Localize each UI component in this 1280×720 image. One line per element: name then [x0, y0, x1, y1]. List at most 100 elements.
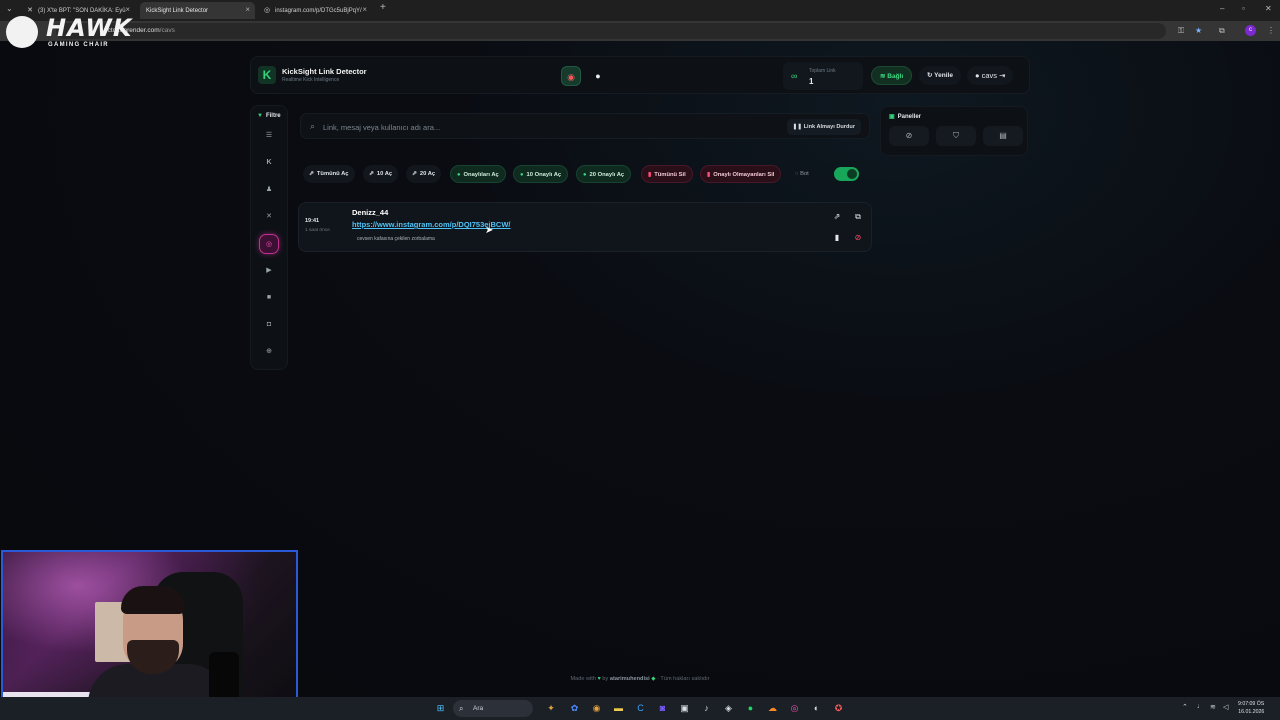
cloud-icon[interactable]: ☁ — [766, 702, 779, 715]
apple-icon[interactable]: ● — [588, 66, 608, 86]
link-relative-time: 1 saat önce — [305, 228, 330, 233]
user-logout-button[interactable]: ● cavs ⇥ — [967, 66, 1014, 85]
x-logo-icon: ✕ — [266, 213, 272, 220]
moderation-panel-button[interactable]: ⛉ — [936, 126, 976, 146]
connection-status-button[interactable]: ≋ Bağlı — [871, 66, 913, 85]
banned-panel-button[interactable]: ⊘ — [889, 126, 929, 146]
password-icon[interactable]: ⚿ — [1178, 26, 1184, 36]
filter-instagram-button[interactable]: ◎ — [259, 234, 279, 254]
snipping-icon[interactable]: ▣ — [678, 702, 691, 715]
bookmark-star-icon[interactable]: ★ — [1195, 26, 1202, 35]
bot-toggle[interactable] — [834, 167, 859, 181]
browser-tab-instagram[interactable]: ◎ instagram.com/p/DTGc5uBjPqY/ × — [257, 2, 372, 19]
refresh-button[interactable]: ↻ Yenile — [919, 66, 961, 85]
windows-start-icon[interactable]: ⊞ — [434, 702, 447, 715]
link-time: 19:41 — [305, 218, 320, 224]
minimize-icon[interactable]: – — [1220, 4, 1224, 13]
open-10-approved-button[interactable]: ● 10 Onaylı Aç — [513, 165, 569, 183]
stop-label: Link Almayı Durdur — [803, 124, 855, 130]
filter-kick-button[interactable]: K — [259, 153, 279, 173]
copilot-icon[interactable]: ✿ — [568, 702, 581, 715]
link-card: 19:41 1 saat önce Denizz_44 https://www.… — [298, 202, 872, 252]
search-input[interactable] — [323, 118, 763, 136]
bot-label-text: Bot — [800, 171, 809, 177]
total-links-stat: ∞ Toplam Link 1 — [783, 62, 863, 90]
browser-tab-kicksight[interactable]: KickSight Link Detector × — [140, 2, 255, 19]
external-link-icon: ⇗ — [369, 171, 374, 177]
stop-link-intake-button[interactable]: ❚❚ Link Almayı Durdur — [786, 119, 861, 135]
filter-sidebar: ▼ Filtre ☰ K ♟ ✕ ◎ ▶ ■ ◘ ⊕ — [250, 105, 288, 370]
maximize-icon[interactable]: ▫ — [1242, 4, 1245, 13]
open-10-label: 10 Aç — [376, 171, 393, 177]
kicksight-logo-icon: K — [258, 66, 276, 84]
ban-icon: ⊘ — [905, 131, 913, 140]
window-close-icon[interactable]: ✕ — [1265, 4, 1272, 13]
archive-panel-button[interactable]: ▤ — [983, 126, 1023, 146]
close-icon[interactable]: × — [125, 5, 130, 14]
volume-icon[interactable]: ◁ — [1223, 703, 1228, 711]
camera-icon: ◘ — [266, 321, 272, 328]
open-10-approved-label: 10 Onaylı Aç — [526, 172, 562, 178]
microphone-icon[interactable]: ♩ — [1197, 703, 1204, 710]
open-10-button[interactable]: ⇗ 10 Aç — [363, 165, 399, 183]
new-tab-icon[interactable]: + — [380, 2, 386, 13]
menu-icon[interactable]: ⋮ — [1267, 26, 1275, 35]
open-20-button[interactable]: ⇗ 20 Aç — [406, 165, 442, 183]
video-icon: ■ — [266, 294, 272, 301]
search-icon: ⌕ — [310, 121, 316, 131]
globe-icon: ◎ — [263, 6, 271, 14]
open-link-icon[interactable]: ⇗ — [830, 210, 844, 224]
footer-author[interactable]: atarimuhendisi — [610, 676, 650, 682]
check-circle-icon: ● — [520, 172, 524, 178]
stat-label: Toplam Link — [809, 68, 836, 74]
extensions-icon[interactable]: ⧉ — [1219, 26, 1225, 36]
close-icon[interactable]: × — [245, 5, 250, 14]
check-circle-icon: ● — [457, 172, 461, 178]
filter-youtube-button[interactable]: ▶ — [259, 261, 279, 281]
check-circle-icon: ● — [583, 172, 587, 178]
delete-all-button[interactable]: ▮ Tümünü Sil — [641, 165, 693, 183]
trash-icon[interactable]: ▮ — [830, 231, 844, 245]
open-all-label: Tümünü Aç — [316, 171, 349, 177]
link-username[interactable]: Denizz_44 — [352, 208, 388, 217]
widget-icon[interactable]: ✦ — [540, 702, 562, 715]
open-all-button[interactable]: ⇗ Tümünü Aç — [303, 165, 355, 183]
close-icon[interactable]: × — [362, 5, 367, 14]
profile-avatar[interactable]: c — [1245, 25, 1256, 36]
steam-icon[interactable]: ◈ — [722, 702, 735, 715]
chrome-extension-icon[interactable]: ◉ — [561, 66, 581, 86]
copy-icon[interactable]: ⧉ — [851, 210, 865, 224]
ban-icon[interactable]: ⊘ — [851, 231, 865, 245]
filter-x-button[interactable]: ✕ — [259, 207, 279, 227]
spotify-icon[interactable]: ● — [744, 702, 757, 715]
delete-unapproved-button[interactable]: ▮ Onaylı Olmayanları Sil — [700, 165, 782, 183]
open-approved-button[interactable]: ● Onaylıları Aç — [450, 165, 506, 183]
app-header: K KickSight Link Detector Realtime Kick … — [250, 56, 1030, 94]
hawk-feather-icon — [6, 16, 38, 48]
tiktok-icon[interactable]: ♪ — [700, 702, 713, 715]
edge-icon[interactable]: C — [634, 702, 647, 715]
network-icon[interactable]: ≋ — [1210, 703, 1216, 711]
filter-all-button[interactable]: ☰ — [259, 126, 279, 146]
wifi-icon: ≋ — [880, 73, 886, 80]
app-icon[interactable]: ✪ — [832, 702, 845, 715]
filter-users-button[interactable]: ♟ — [259, 180, 279, 200]
filter-camera-button[interactable]: ◘ — [259, 315, 279, 335]
tray-chevron-icon[interactable]: ⌃ — [1182, 703, 1188, 711]
taskbar-clock[interactable]: 9:07:09 ÖS 16.01.2026 — [1238, 700, 1264, 716]
browser-active-icon[interactable]: ◎ — [788, 702, 801, 715]
panels-box: ▣ Paneller ⊘ ⛉ ▤ — [880, 106, 1028, 156]
obs-icon[interactable]: ◐ — [810, 702, 823, 715]
discord-icon[interactable]: ◙ — [656, 702, 669, 715]
open-20-approved-button[interactable]: ● 20 Onaylı Aç — [576, 165, 632, 183]
panels-title: ▣ Paneller — [889, 113, 921, 120]
shield-icon: ⛉ — [953, 131, 959, 140]
open-approved-label: Onaylıları Aç — [463, 172, 499, 178]
file-explorer-icon[interactable]: ▬ — [612, 702, 625, 715]
url-field[interactable]: ector.onrender.com/cavs — [56, 23, 1166, 39]
browser-tab-bar: ⌄ ✕ (3) X'te BPT: "SON DAKİKA: Eyü × Kic… — [0, 0, 1280, 21]
filter-video-button[interactable]: ■ — [259, 288, 279, 308]
taskbar-search[interactable]: ⌕ Ara — [453, 700, 533, 717]
chrome-icon[interactable]: ◉ — [590, 702, 603, 715]
filter-web-button[interactable]: ⊕ — [259, 342, 279, 362]
